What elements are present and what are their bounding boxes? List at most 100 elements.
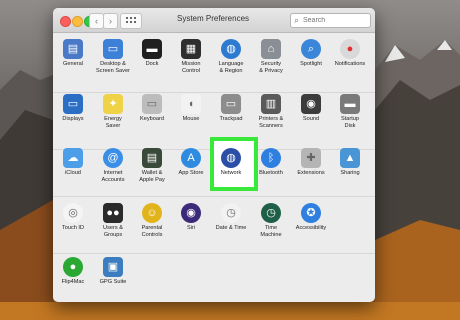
pref-pane-trackpad[interactable]: ▭ Trackpad: [211, 94, 251, 123]
disk-icon: ▬: [340, 94, 360, 114]
pref-pane-sound[interactable]: ◉ Sound: [291, 94, 331, 123]
pref-pane-label: Desktop & Screen Saver: [96, 61, 130, 74]
pref-pane-internet-accounts[interactable]: @ Internet Accounts: [93, 148, 133, 183]
pref-pane-label: Bluetooth: [259, 170, 283, 176]
pref-pane-label: Printers & Scanners: [258, 116, 284, 129]
pref-pane-label: Mouse: [182, 116, 200, 122]
pref-pane-label: Spotlight: [300, 61, 322, 67]
pref-pane-label: Language & Region: [218, 61, 244, 74]
minimize-button[interactable]: [72, 16, 83, 27]
cloud-icon: ☁: [63, 148, 83, 168]
search-field[interactable]: ⌕: [290, 13, 371, 28]
pref-pane-mission-control[interactable]: ▦ Mission Control: [171, 39, 211, 74]
pref-pane-label: Siri: [186, 225, 196, 231]
pref-pane-displays[interactable]: ▭ Displays: [53, 94, 93, 123]
pref-pane-label: Notifications: [334, 61, 366, 67]
pref-pane-general[interactable]: ▤ General: [53, 39, 93, 68]
keyboard-icon: ▭: [142, 94, 162, 114]
pref-pane-printers-scanners[interactable]: ▥ Printers & Scanners: [251, 94, 291, 129]
pref-pane-flip4mac[interactable]: ● Flip4Mac: [53, 257, 93, 286]
bluetooth-icon: ᛒ: [261, 148, 281, 168]
pref-pane-startup-disk[interactable]: ▬ Startup Disk: [330, 94, 370, 129]
gpg-lock-icon: ▣: [103, 257, 123, 277]
time-machine-icon: ◷: [261, 203, 281, 223]
pref-pane-label: Trackpad: [219, 116, 243, 122]
pref-pane-wallet-apple-pay[interactable]: ▤ Wallet & Apple Pay: [132, 148, 172, 183]
pref-pane-icloud[interactable]: ☁ iCloud: [53, 148, 93, 177]
trackpad-icon: ▭: [221, 94, 241, 114]
grid-icon: [126, 17, 136, 23]
siri-icon: ◉: [181, 203, 201, 223]
flip4mac-icon: ●: [63, 257, 83, 277]
pref-pane-date-time[interactable]: ◷ Date & Time: [211, 203, 251, 232]
pref-pane-desktop-screen-saver[interactable]: ▭ Desktop & Screen Saver: [93, 39, 133, 74]
search-icon: ⌕: [294, 15, 300, 25]
magnifier-icon: ⌕: [301, 39, 321, 59]
app-store-icon: A: [181, 148, 201, 168]
pref-pane-label: Startup Disk: [340, 116, 360, 129]
pref-pane-extensions[interactable]: ✚ Extensions: [291, 148, 331, 177]
pref-pane-label: Extensions: [297, 170, 325, 176]
pref-pane-accessibility[interactable]: ✪ Accessibility: [291, 203, 331, 232]
pref-pane-parental-controls[interactable]: ☺ Parental Controls: [132, 203, 172, 238]
mission-control-icon: ▦: [181, 39, 201, 59]
pref-pane-gpg-suite[interactable]: ▣ GPG Suite: [93, 257, 133, 286]
pref-pane-label: Sharing: [340, 170, 360, 176]
pref-pane-language-region[interactable]: ◍ Language & Region: [211, 39, 251, 74]
pref-pane-touch-id[interactable]: ◎ Touch ID: [53, 203, 93, 232]
search-input[interactable]: [303, 14, 367, 27]
general-icon: ▤: [63, 39, 83, 59]
clock-icon: ◷: [221, 203, 241, 223]
pref-pane-label: Network: [220, 170, 242, 176]
row-divider: [53, 253, 375, 254]
dock-icon: ▬: [142, 39, 162, 59]
pref-pane-label: Keyboard: [140, 116, 164, 122]
pref-pane-dock[interactable]: ▬ Dock: [132, 39, 172, 68]
pref-pane-label: Users & Groups: [103, 225, 123, 238]
speaker-icon: ◉: [301, 94, 321, 114]
notifications-icon: ●: [340, 39, 360, 59]
network-globe-icon: ◍: [221, 148, 241, 168]
system-preferences-window: ‹ › System Preferences ⌕ ▤ General ▭ Deskto…: [53, 8, 375, 302]
pref-pane-network[interactable]: ◍ Network: [211, 148, 251, 177]
pref-pane-label: Time Machine: [260, 225, 282, 238]
pref-pane-energy-saver[interactable]: ✦ Energy Saver: [93, 94, 133, 129]
display-icon: ▭: [63, 94, 83, 114]
row-divider: [53, 92, 375, 93]
pref-pane-label: General: [63, 61, 83, 67]
title-bar: ‹ › System Preferences ⌕: [53, 8, 375, 33]
mouse-icon: ◖: [181, 94, 201, 114]
pref-pane-label: Displays: [62, 116, 84, 122]
pref-pane-mouse[interactable]: ◖ Mouse: [171, 94, 211, 123]
show-all-button[interactable]: [120, 13, 142, 29]
pref-pane-label: Touch ID: [61, 225, 85, 231]
desktop-icon: ▭: [103, 39, 123, 59]
row-divider: [53, 196, 375, 197]
pref-pane-spotlight[interactable]: ⌕ Spotlight: [291, 39, 331, 68]
pref-pane-keyboard[interactable]: ▭ Keyboard: [132, 94, 172, 123]
sharing-folder-icon: ▲: [340, 148, 360, 168]
fingerprint-icon: ◎: [63, 203, 83, 223]
pref-pane-siri[interactable]: ◉ Siri: [171, 203, 211, 232]
pref-pane-label: Dock: [145, 61, 159, 67]
pref-pane-app-store[interactable]: A App Store: [171, 148, 211, 177]
forward-button[interactable]: ›: [103, 13, 118, 29]
pref-pane-time-machine[interactable]: ◷ Time Machine: [251, 203, 291, 238]
pref-pane-label: Energy Saver: [104, 116, 122, 129]
pref-pane-label: Wallet & Apple Pay: [139, 170, 165, 183]
pref-pane-label: Date & Time: [215, 225, 247, 231]
printer-icon: ▥: [261, 94, 281, 114]
pref-pane-label: Security & Privacy: [259, 61, 283, 74]
parental-icon: ☺: [142, 203, 162, 223]
pref-pane-bluetooth[interactable]: ᛒ Bluetooth: [251, 148, 291, 177]
pref-pane-users-groups[interactable]: ●● Users & Groups: [93, 203, 133, 238]
back-button[interactable]: ‹: [89, 13, 104, 29]
pref-pane-sharing[interactable]: ▲ Sharing: [330, 148, 370, 177]
close-button[interactable]: [60, 16, 71, 27]
pref-pane-notifications[interactable]: ● Notifications: [330, 39, 370, 68]
puzzle-icon: ✚: [301, 148, 321, 168]
pref-pane-security-privacy[interactable]: ⌂ Security & Privacy: [251, 39, 291, 74]
globe-flag-icon: ◍: [221, 39, 241, 59]
pref-pane-label: GPG Suite: [99, 279, 127, 285]
accessibility-icon: ✪: [301, 203, 321, 223]
